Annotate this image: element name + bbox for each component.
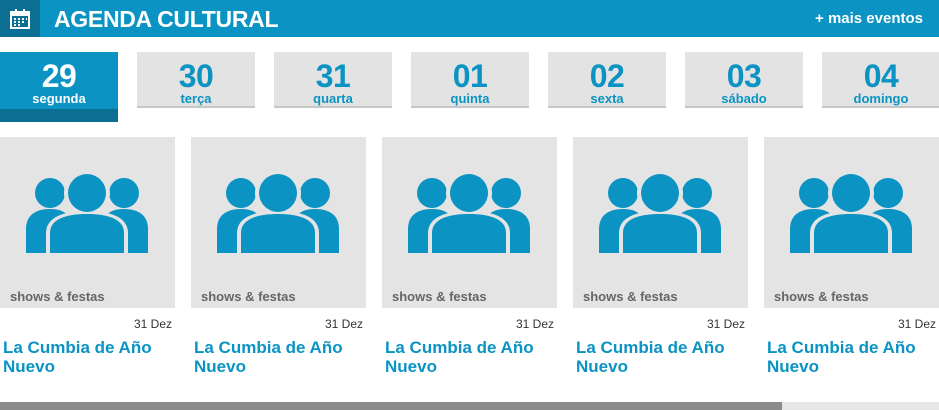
- group-icon: [408, 171, 530, 253]
- day-number: 01: [452, 58, 488, 94]
- event-category: shows & festas: [392, 289, 487, 304]
- event-date: 31 Dez: [897, 317, 936, 331]
- horizontal-scrollbar[interactable]: [0, 402, 939, 410]
- more-events-link[interactable]: + mais eventos: [815, 10, 923, 28]
- calendar-icon: [0, 0, 40, 37]
- scrollbar-thumb[interactable]: [0, 402, 782, 410]
- event-card[interactable]: shows & festas 31 Dez La Cumbia de Año Nue…: [382, 137, 557, 387]
- day-tab-31[interactable]: 31 quarta: [274, 52, 392, 108]
- day-tab-29[interactable]: 29 segunda: [0, 52, 118, 122]
- event-date: 31 Dez: [706, 317, 745, 331]
- day-number: 30: [178, 58, 214, 94]
- day-weekday: sexta: [590, 91, 624, 106]
- group-icon: [217, 171, 339, 253]
- event-title[interactable]: La Cumbia de Año Nuevo: [576, 338, 748, 376]
- event-title[interactable]: La Cumbia de Año Nuevo: [194, 338, 366, 376]
- day-tab-30[interactable]: 30 terça: [137, 52, 255, 108]
- active-day-indicator: [0, 109, 118, 122]
- event-thumbnail[interactable]: shows & festas: [764, 137, 939, 308]
- day-number: 04: [863, 58, 899, 94]
- event-thumbnail[interactable]: shows & festas: [382, 137, 557, 308]
- event-list: shows & festas 31 Dez La Cumbia de Año Nue…: [0, 137, 939, 387]
- event-title[interactable]: La Cumbia de Año Nuevo: [385, 338, 557, 376]
- event-title[interactable]: La Cumbia de Año Nuevo: [767, 338, 939, 376]
- event-category: shows & festas: [10, 289, 105, 304]
- day-tab-01[interactable]: 01 quinta: [411, 52, 529, 108]
- event-thumbnail[interactable]: shows & festas: [0, 137, 175, 308]
- event-date: 31 Dez: [515, 317, 554, 331]
- event-title[interactable]: La Cumbia de Año Nuevo: [3, 338, 175, 376]
- event-thumbnail[interactable]: shows & festas: [191, 137, 366, 308]
- agenda-header: AGENDA CULTURAL + mais eventos: [0, 0, 939, 37]
- day-weekday: domingo: [853, 91, 909, 106]
- event-card[interactable]: shows & festas 31 Dez La Cumbia de Año Nue…: [573, 137, 748, 387]
- group-icon: [599, 171, 721, 253]
- group-icon: [26, 171, 148, 253]
- event-date: 31 Dez: [133, 317, 172, 331]
- event-category: shows & festas: [201, 289, 296, 304]
- day-weekday: sábado: [721, 91, 767, 106]
- day-number: 31: [315, 58, 351, 94]
- event-category: shows & festas: [583, 289, 678, 304]
- event-card[interactable]: shows & festas 31 Dez La Cumbia de Año Nue…: [764, 137, 939, 387]
- day-weekday: quinta: [450, 91, 490, 106]
- day-selector: 29 segunda 30 terça 31 quarta 01 quinta 02 sexta 0…: [0, 52, 939, 122]
- day-number: 02: [589, 58, 625, 94]
- event-category: shows & festas: [774, 289, 869, 304]
- event-thumbnail[interactable]: shows & festas: [573, 137, 748, 308]
- event-date: 31 Dez: [324, 317, 363, 331]
- day-number: 29: [41, 58, 77, 94]
- group-icon: [790, 171, 912, 253]
- day-tab-03[interactable]: 03 sábado: [685, 52, 803, 108]
- day-weekday: segunda: [32, 91, 86, 106]
- event-card[interactable]: shows & festas 31 Dez La Cumbia de Año Nue…: [191, 137, 366, 387]
- day-tab-04[interactable]: 04 domingo: [822, 52, 939, 108]
- day-number: 03: [726, 58, 762, 94]
- day-tab-02[interactable]: 02 sexta: [548, 52, 666, 108]
- day-weekday: terça: [180, 91, 212, 106]
- page-title: AGENDA CULTURAL: [54, 6, 279, 32]
- event-card[interactable]: shows & festas 31 Dez La Cumbia de Año Nue…: [0, 137, 175, 387]
- day-weekday: quarta: [313, 91, 353, 106]
